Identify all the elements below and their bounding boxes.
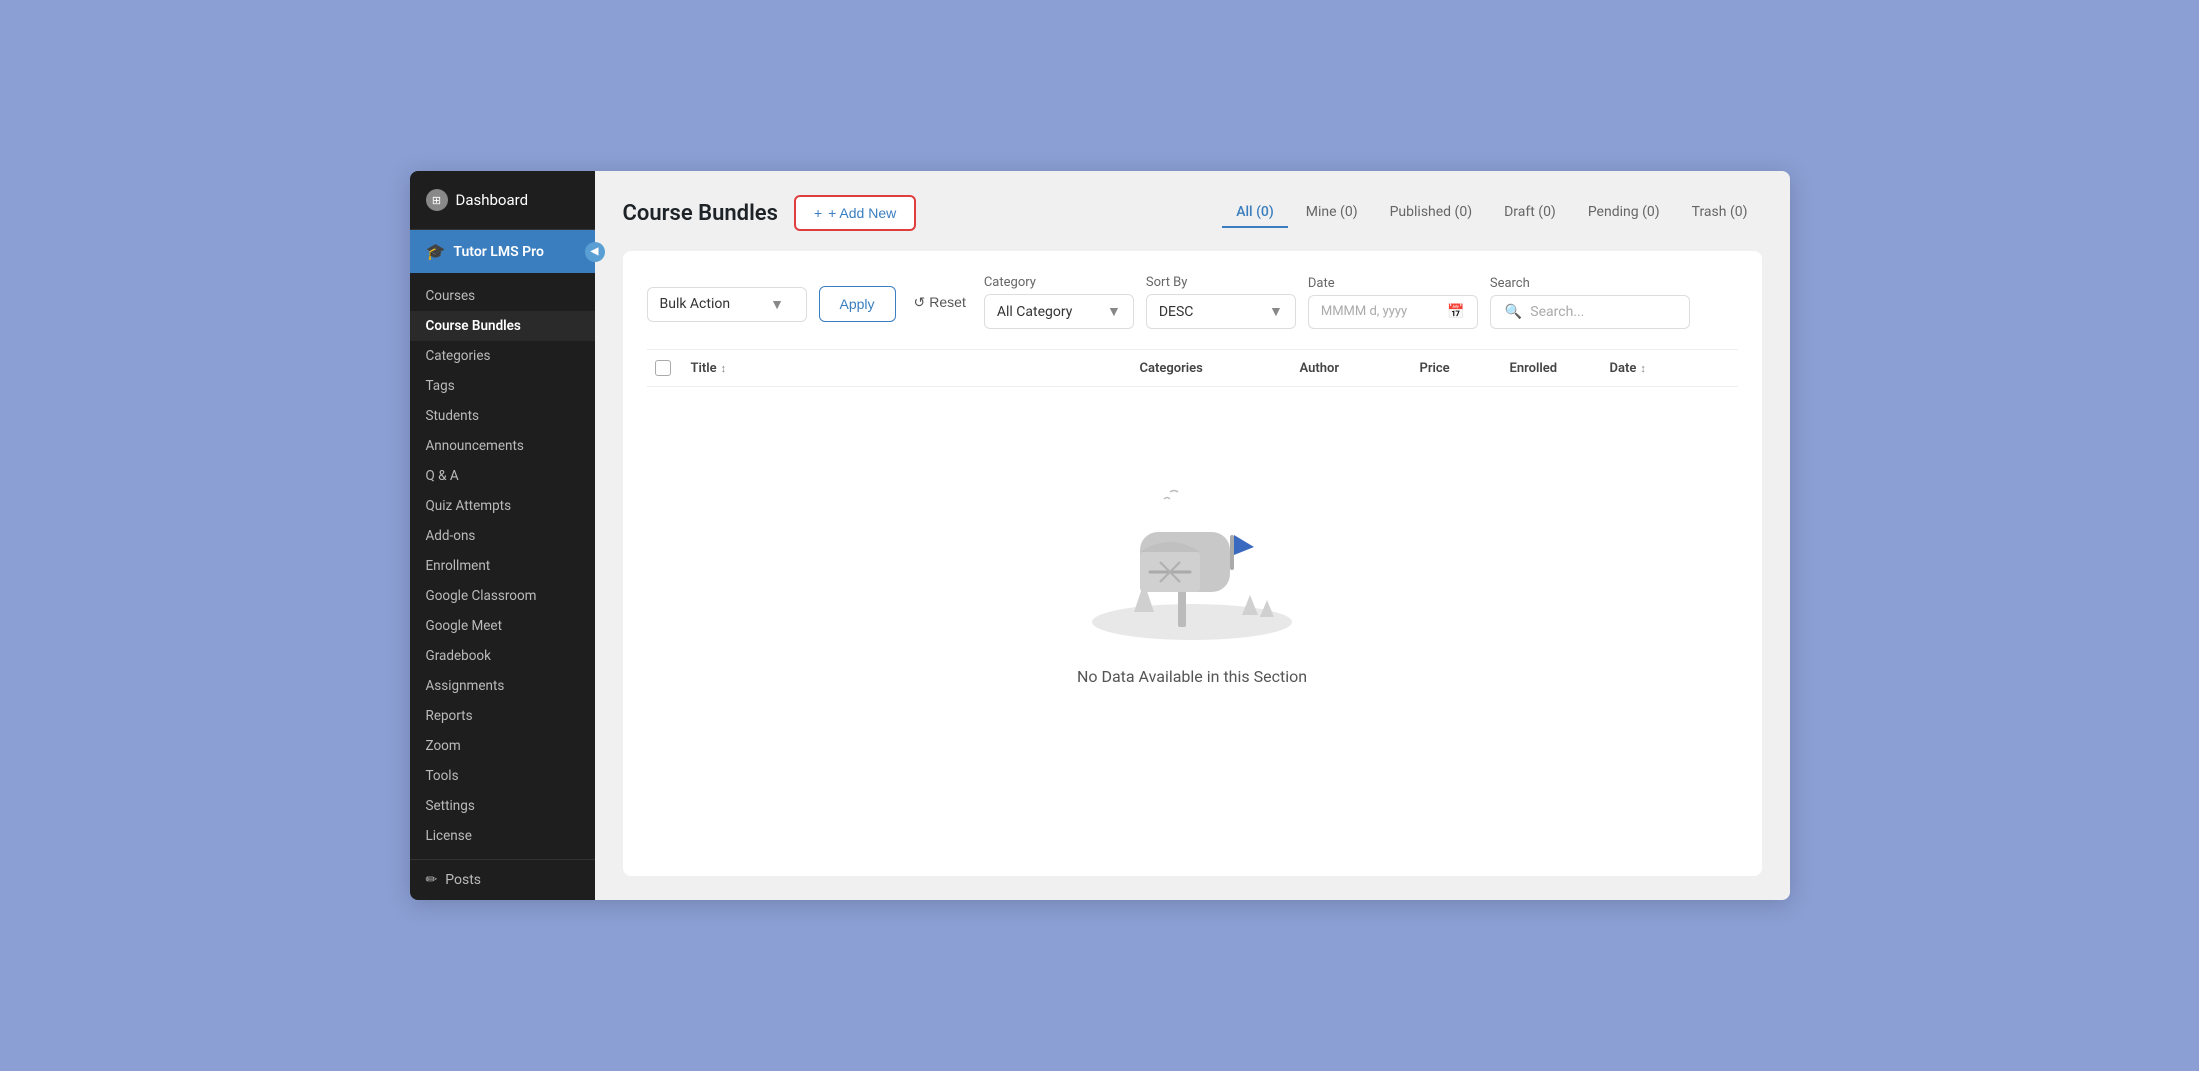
sidebar-item-quiz-attempts[interactable]: Quiz Attempts — [410, 491, 595, 521]
category-select[interactable]: All Category ▼ — [984, 294, 1134, 329]
th-title-label: Title — [691, 361, 717, 376]
main-content: Course Bundles + + Add New All (0)Mine (… — [595, 171, 1790, 900]
sidebar-item-zoom[interactable]: Zoom — [410, 731, 595, 761]
th-enrolled: Enrolled — [1510, 361, 1610, 376]
search-section: Search 🔍 Search... — [1490, 276, 1690, 329]
search-filter-label: Search — [1490, 276, 1690, 291]
tabs-row: All (0)Mine (0)Published (0)Draft (0)Pen… — [1222, 198, 1761, 228]
sidebar-posts-item[interactable]: ✏ Posts — [410, 859, 595, 900]
th-author: Author — [1300, 361, 1420, 376]
sidebar-item-categories[interactable]: Categories — [410, 341, 595, 371]
search-placeholder: Search... — [1530, 304, 1584, 320]
add-new-button[interactable]: + + Add New — [794, 195, 916, 231]
sort-section: Sort By DESC ▼ — [1146, 275, 1296, 329]
filter-row: Bulk Action ▼ Apply ↺ Reset — [647, 275, 1738, 329]
posts-icon: ✏ — [426, 872, 438, 888]
title-sort-icon: ↕ — [721, 362, 727, 375]
bulk-action-value: Bulk Action — [660, 296, 731, 312]
sidebar-item-course-bundles[interactable]: Course Bundles — [410, 311, 595, 341]
sidebar-item-settings[interactable]: Settings — [410, 791, 595, 821]
empty-state: No Data Available in this Section — [647, 387, 1738, 746]
sidebar-tutor-pro-item[interactable]: 🎓 Tutor LMS Pro ◀ — [410, 230, 595, 273]
sidebar-item-add-ons[interactable]: Add-ons — [410, 521, 595, 551]
sidebar-item-tags[interactable]: Tags — [410, 371, 595, 401]
header-row: Course Bundles + + Add New All (0)Mine (… — [623, 195, 1762, 231]
sidebar-item-enrollment[interactable]: Enrollment — [410, 551, 595, 581]
category-value: All Category — [997, 304, 1072, 320]
sidebar-item-q-&-a[interactable]: Q & A — [410, 461, 595, 491]
tab-published--0-[interactable]: Published (0) — [1376, 198, 1486, 228]
date-placeholder: MMMM d, yyyy — [1321, 304, 1407, 319]
sidebar-dashboard-item[interactable]: ⊞ Dashboard — [410, 171, 595, 230]
sidebar-item-gradebook[interactable]: Gradebook — [410, 641, 595, 671]
th-title[interactable]: Title ↕ — [691, 361, 1140, 376]
reset-icon: ↺ — [914, 294, 926, 311]
th-author-label: Author — [1300, 361, 1340, 376]
reset-label: Reset — [929, 294, 966, 310]
sidebar-item-courses[interactable]: Courses — [410, 281, 595, 311]
empty-state-illustration — [1082, 447, 1302, 647]
th-categories: Categories — [1140, 361, 1300, 376]
sidebar-item-license[interactable]: License — [410, 821, 595, 851]
sidebar-item-tools[interactable]: Tools — [410, 761, 595, 791]
apply-button[interactable]: Apply — [819, 286, 896, 322]
tab-draft--0-[interactable]: Draft (0) — [1490, 198, 1570, 228]
th-date[interactable]: Date ↕ — [1610, 361, 1730, 376]
sidebar-item-students[interactable]: Students — [410, 401, 595, 431]
bulk-action-section: Bulk Action ▼ — [647, 283, 807, 322]
category-section: Category All Category ▼ — [984, 275, 1134, 329]
sidebar-item-google-classroom[interactable]: Google Classroom — [410, 581, 595, 611]
select-all-checkbox[interactable] — [655, 360, 671, 376]
th-date-label: Date — [1610, 361, 1637, 376]
sidebar-item-reports[interactable]: Reports — [410, 701, 595, 731]
content-card: Bulk Action ▼ Apply ↺ Reset — [623, 251, 1762, 876]
table-header: Title ↕ Categories Author Price Enrolled… — [647, 349, 1738, 387]
sidebar: ⊞ Dashboard 🎓 Tutor LMS Pro ◀ CoursesCou… — [410, 171, 595, 900]
search-icon: 🔍 — [1505, 304, 1522, 320]
sort-chevron-icon: ▼ — [1269, 303, 1283, 320]
calendar-icon: 📅 — [1447, 304, 1464, 320]
empty-state-message: No Data Available in this Section — [1077, 667, 1307, 686]
dashboard-label: Dashboard — [456, 191, 529, 209]
th-price-label: Price — [1420, 361, 1450, 376]
sidebar-item-announcements[interactable]: Announcements — [410, 431, 595, 461]
plus-icon: + — [814, 205, 822, 221]
collapse-arrow-icon[interactable]: ◀ — [585, 242, 605, 262]
bulk-action-chevron-icon: ▼ — [770, 296, 784, 313]
tutor-pro-label: Tutor LMS Pro — [453, 244, 543, 260]
select-all-checkbox-col — [655, 360, 691, 376]
tab-trash--0-[interactable]: Trash (0) — [1678, 198, 1762, 228]
date-sort-icon: ↕ — [1640, 362, 1646, 375]
th-enrolled-label: Enrolled — [1510, 361, 1558, 376]
th-price: Price — [1420, 361, 1510, 376]
th-categories-label: Categories — [1140, 361, 1203, 376]
date-input[interactable]: MMMM d, yyyy 📅 — [1308, 295, 1478, 329]
page-title: Course Bundles — [623, 201, 778, 226]
sort-filter-label: Sort By — [1146, 275, 1296, 290]
sort-value: DESC — [1159, 304, 1194, 320]
header-left: Course Bundles + + Add New — [623, 195, 917, 231]
bulk-action-select[interactable]: Bulk Action ▼ — [647, 287, 807, 322]
tab-all--0-[interactable]: All (0) — [1222, 198, 1288, 228]
tab-mine--0-[interactable]: Mine (0) — [1292, 198, 1372, 228]
tab-pending--0-[interactable]: Pending (0) — [1574, 198, 1674, 228]
category-chevron-icon: ▼ — [1107, 303, 1121, 320]
sidebar-item-google-meet[interactable]: Google Meet — [410, 611, 595, 641]
posts-label: Posts — [445, 872, 481, 888]
dashboard-icon: ⊞ — [426, 189, 448, 211]
date-filter-label: Date — [1308, 276, 1478, 291]
sort-select[interactable]: DESC ▼ — [1146, 294, 1296, 329]
reset-button[interactable]: ↺ Reset — [908, 285, 972, 320]
add-new-label: + Add New — [828, 205, 896, 221]
sidebar-item-assignments[interactable]: Assignments — [410, 671, 595, 701]
sidebar-nav: CoursesCourse BundlesCategoriesTagsStude… — [410, 273, 595, 859]
category-filter-label: Category — [984, 275, 1134, 290]
search-input-box[interactable]: 🔍 Search... — [1490, 295, 1690, 329]
tutor-icon: 🎓 — [426, 242, 446, 261]
date-section: Date MMMM d, yyyy 📅 — [1308, 276, 1478, 329]
